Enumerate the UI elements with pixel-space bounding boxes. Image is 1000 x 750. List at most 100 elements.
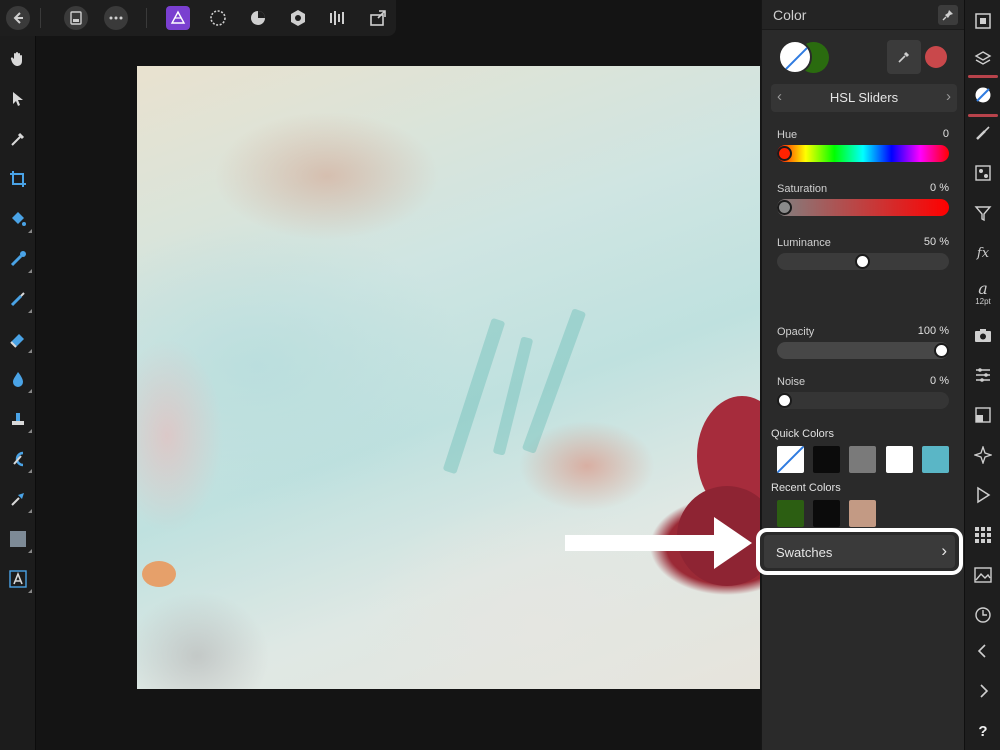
selection-brush-tool-icon[interactable] — [6, 247, 32, 273]
grid-icon[interactable] — [972, 524, 994, 546]
text-style-glyph: a — [978, 278, 988, 298]
back-icon[interactable] — [6, 6, 30, 30]
more-icon[interactable] — [104, 6, 128, 30]
slider-label: Saturation — [777, 183, 828, 195]
eraser-tool-icon[interactable] — [6, 327, 32, 353]
stock-icon[interactable] — [972, 564, 994, 586]
flood-fill-tool-icon[interactable] — [6, 207, 32, 233]
hue-knob[interactable] — [777, 146, 792, 161]
swatches-highlight: Swatches › — [756, 528, 963, 575]
slider-value: 50 % — [923, 236, 949, 248]
quick-color-swatch[interactable] — [886, 446, 913, 473]
text-tool-icon[interactable] — [6, 567, 32, 593]
saturation-track[interactable] — [777, 199, 949, 216]
history-icon[interactable] — [972, 604, 994, 626]
color-panel: Color ‹ HSL Sliders › Hue 0 Saturation 0… — [761, 0, 964, 750]
share-icon[interactable] — [366, 6, 390, 30]
panel-header: Color — [762, 0, 964, 30]
crop-tool-icon[interactable] — [6, 167, 30, 191]
channels-icon[interactable] — [972, 364, 994, 386]
stroke-none-swatch[interactable] — [778, 40, 812, 74]
chevron-right-icon[interactable]: › — [946, 88, 951, 105]
chevron-left-icon[interactable] — [972, 640, 994, 662]
active-tab-indicator — [968, 75, 998, 78]
smudge-tool-icon[interactable] — [6, 447, 32, 473]
opacity-track[interactable] — [777, 342, 949, 359]
navigator-icon[interactable] — [972, 10, 994, 32]
rectangle-tool-icon[interactable] — [6, 527, 32, 553]
color-icon[interactable] — [972, 84, 994, 106]
pin-icon[interactable] — [938, 5, 958, 25]
slider-value: 100 % — [917, 325, 949, 337]
toolbar-divider — [146, 8, 147, 28]
color-picker-tool-icon[interactable] — [6, 127, 30, 151]
play-icon[interactable] — [972, 484, 994, 506]
fill-stroke-swatch[interactable] — [778, 40, 830, 76]
affinity-photo-app: Color ‹ HSL Sliders › Hue 0 Saturation 0… — [0, 0, 1000, 750]
recent-color-swatch[interactable] — [813, 500, 840, 527]
noise-knob[interactable] — [777, 393, 792, 408]
filter-icon[interactable] — [972, 202, 994, 224]
pen-tool-icon[interactable] — [6, 487, 32, 513]
snap-icon[interactable] — [972, 444, 994, 466]
help-icon[interactable]: ? — [972, 720, 994, 742]
active-tab-indicator — [968, 114, 998, 117]
hue-track[interactable] — [777, 145, 949, 162]
callout-arrow-head — [714, 517, 752, 569]
text-style-icon[interactable]: a 12pt — [972, 278, 994, 308]
noise-track[interactable] — [777, 392, 949, 409]
quick-color-swatch[interactable] — [922, 446, 949, 473]
toolbar-divider — [40, 8, 41, 28]
tone-mapping-persona-icon[interactable] — [286, 6, 310, 30]
quick-color-swatch[interactable] — [813, 446, 840, 473]
paint-brush-tool-icon[interactable] — [6, 287, 32, 313]
saturation-knob[interactable] — [777, 200, 792, 215]
swatches-label: Swatches — [776, 545, 833, 560]
dodge-tool-icon[interactable] — [6, 367, 32, 393]
recent-color-swatch[interactable] — [777, 500, 804, 527]
brushes-icon[interactable] — [972, 122, 994, 144]
export-persona-icon[interactable] — [326, 6, 350, 30]
slider-value: 0 % — [930, 375, 949, 387]
document-icon[interactable] — [64, 6, 88, 30]
document-canvas[interactable] — [137, 66, 760, 689]
recent-color-swatch[interactable] — [849, 500, 876, 527]
panel-title: Color — [773, 7, 807, 23]
quick-color-swatch[interactable] — [849, 446, 876, 473]
transform-icon[interactable] — [972, 404, 994, 426]
canvas-texture — [521, 308, 587, 454]
slider-value: 0 — [942, 128, 949, 140]
slider-value: 0 % — [930, 182, 949, 194]
adjustments-icon[interactable] — [972, 162, 994, 184]
clone-tool-icon[interactable] — [6, 407, 32, 433]
move-tool-icon[interactable] — [6, 87, 30, 111]
affinity-photo-persona-icon[interactable] — [166, 6, 190, 30]
small-flower-image — [142, 561, 176, 587]
quick-color-none[interactable] — [777, 446, 804, 473]
quick-colors-label: Quick Colors — [771, 428, 834, 440]
picked-color-swatch[interactable] — [925, 46, 947, 68]
fx-icon[interactable]: fx — [972, 242, 994, 264]
camera-icon[interactable] — [972, 324, 994, 346]
studio-bar: fx a 12pt ? — [964, 0, 1000, 750]
tools-panel — [0, 36, 36, 750]
slider-label: Luminance — [777, 237, 831, 249]
slider-label: Opacity — [777, 326, 815, 338]
slider-label: Hue — [777, 129, 798, 141]
opacity-knob[interactable] — [934, 343, 949, 358]
liquify-persona-icon[interactable] — [206, 6, 230, 30]
hand-tool-icon[interactable] — [6, 47, 30, 71]
swatches-button[interactable]: Swatches › — [764, 535, 955, 568]
chevron-right-icon: › — [941, 541, 947, 560]
top-toolbar — [0, 0, 396, 36]
recent-colors-label: Recent Colors — [771, 482, 841, 494]
color-mode-selector[interactable]: ‹ HSL Sliders › — [771, 84, 957, 112]
callout-arrow — [565, 535, 720, 551]
develop-persona-icon[interactable] — [246, 6, 270, 30]
layers-icon[interactable] — [972, 48, 994, 70]
text-style-size: 12pt — [975, 296, 991, 306]
slider-label: Noise — [777, 376, 806, 388]
luminance-knob[interactable] — [855, 254, 870, 269]
chevron-right-icon[interactable] — [972, 680, 994, 702]
eyedropper-icon[interactable] — [887, 40, 921, 74]
